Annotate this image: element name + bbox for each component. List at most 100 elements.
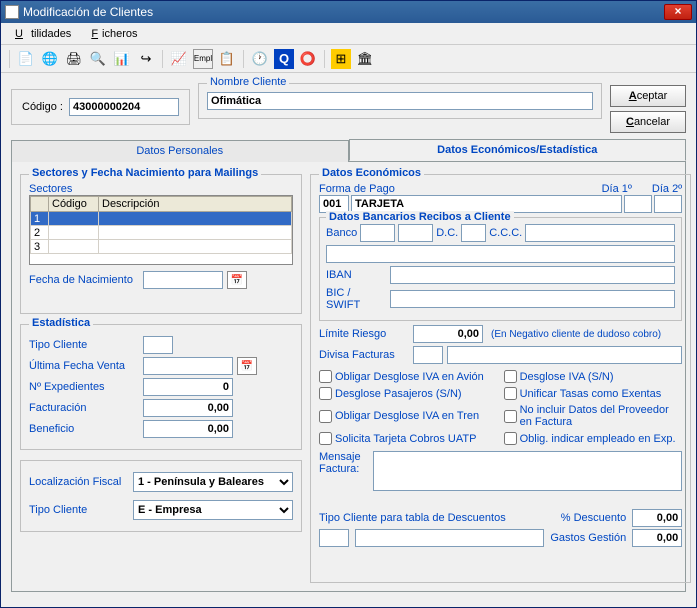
codigo-input[interactable] bbox=[69, 98, 179, 116]
aceptar-button[interactable]: Aceptar bbox=[610, 85, 686, 107]
bic-input[interactable] bbox=[390, 290, 675, 308]
tool-6[interactable]: ↪ bbox=[136, 49, 156, 69]
bic-label: BIC / SWIFT bbox=[326, 287, 386, 311]
chk-desglose-iva[interactable] bbox=[504, 370, 517, 383]
tool-5[interactable]: 📊 bbox=[112, 49, 132, 69]
col-codigo: Código bbox=[49, 197, 99, 212]
tool-1[interactable]: 📄 bbox=[16, 49, 36, 69]
col-desc: Descripción bbox=[99, 197, 292, 212]
limite-input[interactable] bbox=[413, 325, 483, 343]
tool-11[interactable]: Q bbox=[274, 49, 294, 69]
banco-label: Banco bbox=[326, 227, 357, 239]
ccc-input[interactable] bbox=[525, 224, 675, 242]
dia1-label: Día 1º bbox=[602, 183, 632, 195]
chk-iva-tren[interactable] bbox=[319, 410, 332, 423]
tipo-desc-label: Tipo Cliente para tabla de Descuentos bbox=[319, 512, 506, 524]
chk-no-prov[interactable] bbox=[504, 410, 517, 423]
menu-ficheros[interactable]: Ficheros bbox=[83, 26, 141, 42]
codigo-label: Código : bbox=[22, 101, 63, 113]
banco-input[interactable] bbox=[360, 224, 395, 242]
nombre-legend: Nombre Cliente bbox=[207, 76, 289, 88]
gastos-input[interactable] bbox=[632, 529, 682, 547]
menu-utilidades[interactable]: Utilidades bbox=[7, 26, 79, 42]
sectores-fieldset: Sectores y Fecha Nacimiento para Mailing… bbox=[20, 174, 302, 314]
estadistica-fieldset: Estadística Tipo Cliente Última Fecha Ve… bbox=[20, 324, 302, 450]
divisa-desc-input[interactable] bbox=[447, 346, 682, 364]
bank-fieldset: Datos Bancarios Recibos a Cliente Banco … bbox=[319, 217, 682, 321]
ccc-label: C.C.C. bbox=[489, 227, 522, 239]
content: Código : Nombre Cliente Aceptar Cancelar… bbox=[1, 73, 696, 602]
cancelar-button[interactable]: Cancelar bbox=[610, 111, 686, 133]
tab-personales[interactable]: Datos Personales bbox=[11, 140, 349, 162]
fecha-label: Fecha de Nacimiento bbox=[29, 274, 139, 286]
tool-14[interactable]: 🏛 bbox=[355, 49, 375, 69]
close-icon[interactable]: × bbox=[664, 4, 692, 20]
tabs: Datos Personales Datos Económicos/Estadí… bbox=[11, 139, 686, 162]
dia2-input[interactable] bbox=[654, 195, 682, 213]
separator bbox=[9, 50, 10, 68]
mensaje-textarea[interactable] bbox=[373, 451, 682, 491]
menubar: Utilidades Ficheros bbox=[1, 23, 696, 45]
beneficio-value bbox=[143, 420, 233, 438]
banco2-input[interactable] bbox=[398, 224, 433, 242]
window: Modificación de Clientes × Utilidades Fi… bbox=[0, 0, 697, 608]
tool-3[interactable]: 🖨 bbox=[64, 49, 84, 69]
gastos-label: Gastos Gestión bbox=[550, 532, 626, 544]
fecha-input[interactable] bbox=[143, 271, 223, 289]
tipo-desc-code[interactable] bbox=[319, 529, 349, 547]
pct-desc-input[interactable] bbox=[632, 509, 682, 527]
app-icon bbox=[5, 5, 19, 19]
loc-fiscal-select[interactable]: 1 - Península y Baleares bbox=[133, 472, 293, 492]
tool-9[interactable]: 📋 bbox=[217, 49, 237, 69]
tipo-cliente-label: Tipo Cliente bbox=[29, 339, 139, 351]
dc-label: D.C. bbox=[436, 227, 458, 239]
ultima-fecha-input[interactable] bbox=[143, 357, 233, 375]
nombre-fieldset: Nombre Cliente bbox=[198, 83, 602, 119]
bank-legend: Datos Bancarios Recibos a Cliente bbox=[326, 211, 514, 223]
tool-12[interactable]: ⭕ bbox=[298, 49, 318, 69]
iban-input[interactable] bbox=[390, 266, 675, 284]
ultima-fecha-label: Última Fecha Venta bbox=[29, 360, 139, 372]
chk-empleado[interactable] bbox=[504, 432, 517, 445]
facturacion-label: Facturación bbox=[29, 402, 139, 414]
chk-uatp[interactable] bbox=[319, 432, 332, 445]
nombre-input[interactable] bbox=[207, 92, 593, 110]
fiscal-fieldset: Localización Fiscal 1 - Península y Balea… bbox=[20, 460, 302, 532]
divisa-label: Divisa Facturas bbox=[319, 349, 409, 361]
forma-pago-label: Forma de Pago bbox=[319, 183, 395, 195]
loc-fiscal-label: Localización Fiscal bbox=[29, 476, 129, 488]
nexp-label: Nº Expedientes bbox=[29, 381, 139, 393]
tipo-cliente-input[interactable] bbox=[143, 336, 173, 354]
calendar-icon[interactable]: 📅 bbox=[227, 271, 247, 289]
chk-iva-avion[interactable] bbox=[319, 370, 332, 383]
sectores-grid[interactable]: CódigoDescripción 1 2 3 bbox=[29, 195, 293, 265]
tool-13[interactable]: ⊞ bbox=[331, 49, 351, 69]
separator bbox=[162, 50, 163, 68]
calendar-icon[interactable]: 📅 bbox=[237, 357, 257, 375]
tool-8[interactable]: Empl bbox=[193, 49, 213, 69]
limite-note: (En Negativo cliente de dudoso cobro) bbox=[491, 329, 661, 340]
sectores-legend: Sectores y Fecha Nacimiento para Mailing… bbox=[29, 167, 261, 179]
divisa-input[interactable] bbox=[413, 346, 443, 364]
banco-nombre-input[interactable] bbox=[326, 245, 675, 263]
table-row[interactable]: 1 bbox=[31, 212, 292, 226]
chk-unificar[interactable] bbox=[504, 387, 517, 400]
estadistica-legend: Estadística bbox=[29, 317, 93, 329]
toolbar: 📄 🌐 🖨 🔍 📊 ↪ 📈 Empl 📋 🕐 Q ⭕ ⊞ 🏛 bbox=[1, 45, 696, 73]
facturacion-value bbox=[143, 399, 233, 417]
chk-pasajeros[interactable] bbox=[319, 387, 332, 400]
table-row[interactable]: 2 bbox=[31, 226, 292, 240]
tool-4[interactable]: 🔍 bbox=[88, 49, 108, 69]
tool-7[interactable]: 📈 bbox=[169, 49, 189, 69]
tab-economicos[interactable]: Datos Económicos/Estadística bbox=[349, 139, 687, 161]
table-row[interactable]: 3 bbox=[31, 240, 292, 254]
mensaje-label: Mensaje Factura: bbox=[319, 451, 369, 491]
separator bbox=[324, 50, 325, 68]
tool-2[interactable]: 🌐 bbox=[40, 49, 60, 69]
tipo-desc-name[interactable] bbox=[355, 529, 544, 547]
dia1-input[interactable] bbox=[624, 195, 652, 213]
econ-legend: Datos Económicos bbox=[319, 167, 424, 179]
dc-input[interactable] bbox=[461, 224, 486, 242]
tipo-cliente-select[interactable]: E - Empresa bbox=[133, 500, 293, 520]
tool-10[interactable]: 🕐 bbox=[250, 49, 270, 69]
